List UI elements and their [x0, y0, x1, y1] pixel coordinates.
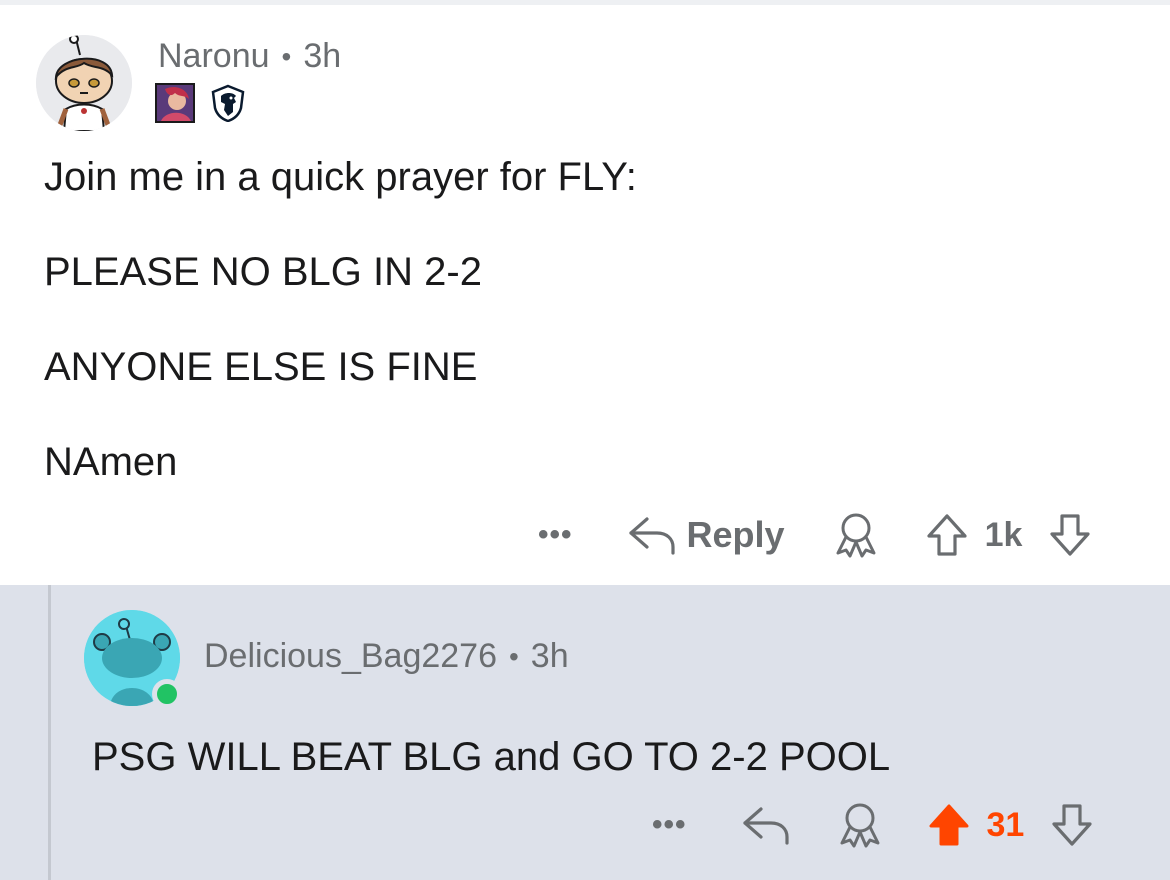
comment-body-line: Join me in a quick prayer for FLY:	[44, 155, 637, 199]
comment-timestamp: 3h	[530, 637, 569, 675]
comment-body-line: NAmen	[44, 440, 178, 484]
comment-body-line: PSG WILL BEAT BLG and GO TO 2-2 POOL	[92, 735, 891, 779]
author-name[interactable]: Delicious_Bag2276	[204, 637, 497, 676]
comment-meta: Delicious_Bag2276 • 3h	[204, 637, 569, 676]
comment-timestamp: 3h	[303, 37, 342, 75]
upvote-button[interactable]	[927, 802, 971, 848]
author-name[interactable]: Naronu	[158, 37, 270, 76]
reply-label: Reply	[686, 514, 785, 555]
award-icon	[836, 513, 876, 558]
downvote-button[interactable]	[1050, 802, 1094, 848]
comment-body-line: PLEASE NO BLG IN 2-2	[44, 250, 482, 294]
avatar[interactable]	[36, 35, 132, 131]
user-flair	[155, 83, 247, 123]
vote-count: 31	[986, 805, 1025, 844]
upvote-icon	[926, 514, 967, 556]
downvote-icon	[1050, 514, 1090, 556]
reply-button[interactable]: Reply	[627, 513, 785, 557]
online-status-badge	[152, 679, 182, 709]
downvote-button[interactable]	[1048, 512, 1092, 558]
parent-comment: Naronu • 3h Join me in a quick prayer fo…	[0, 5, 1170, 585]
snoo-avatar-icon	[36, 35, 132, 131]
upvote-active-icon	[929, 804, 969, 846]
team-liquid-flair-icon	[209, 84, 247, 123]
downvote-icon	[1052, 804, 1092, 846]
comment-meta: Naronu • 3h	[158, 37, 341, 76]
upvote-button[interactable]	[925, 512, 969, 558]
award-button[interactable]	[831, 510, 881, 560]
award-icon	[840, 803, 880, 848]
reply-icon	[742, 807, 789, 845]
comment-body-line: ANYONE ELSE IS FINE	[44, 345, 478, 389]
meta-separator: •	[508, 640, 519, 672]
more-options-button[interactable]: •••	[652, 808, 687, 842]
comment-actions: ••• 31	[652, 800, 1094, 850]
award-button[interactable]	[835, 800, 885, 850]
vote-count: 1k	[984, 515, 1023, 554]
meta-separator: •	[281, 40, 292, 72]
reply-button[interactable]	[741, 803, 791, 847]
reply-icon	[628, 517, 675, 555]
reply-comment: Delicious_Bag2276 • 3h PSG WILL BEAT BLG…	[0, 585, 1170, 880]
champion-flair-icon	[155, 83, 195, 123]
thread-line[interactable]	[48, 585, 51, 880]
comment-actions: ••• Reply 1k	[538, 510, 1092, 560]
more-options-button[interactable]: •••	[538, 518, 573, 552]
